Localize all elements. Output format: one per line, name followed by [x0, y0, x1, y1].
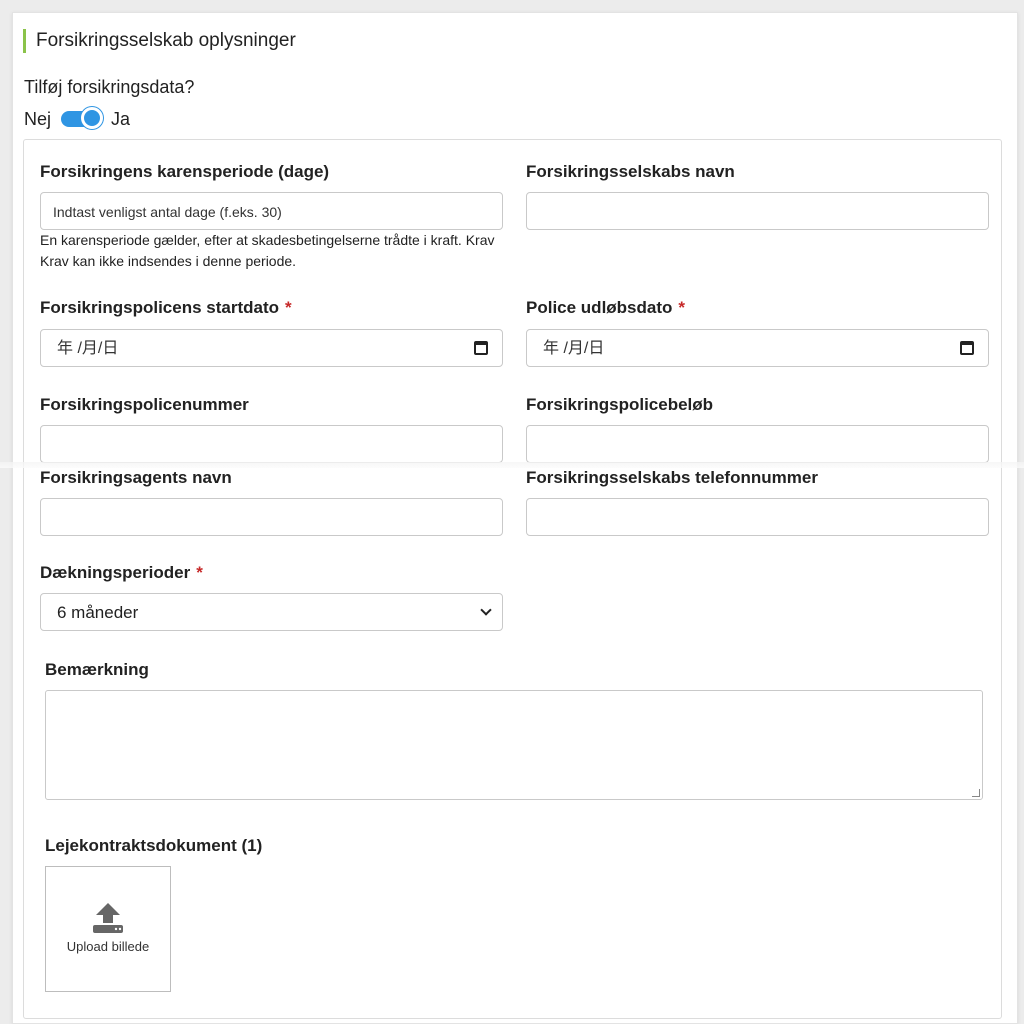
start-date-label: Forsikringspolicens startdato *	[40, 298, 292, 318]
agent-name-input[interactable]	[40, 498, 503, 536]
coverage-required-mark: *	[196, 563, 203, 582]
end-date-input[interactable]: 年 /月/日	[526, 329, 989, 367]
end-date-required-mark: *	[678, 298, 686, 317]
upload-image-button[interactable]: Upload billede	[45, 866, 171, 992]
coverage-label-text: Dækningsperioder	[40, 563, 191, 582]
upload-icon	[93, 903, 123, 933]
company-phone-label: Forsikringsselskabs telefonnummer	[526, 468, 818, 487]
waiting-period-input[interactable]: Indtast venligst antal dage (f.eks. 30)	[40, 192, 503, 230]
resize-handle-icon[interactable]	[972, 789, 980, 797]
start-date-label-text: Forsikringspolicens startdato	[40, 298, 279, 317]
lease-document-label: Lejekontraktsdokument (1)	[45, 836, 263, 855]
coverage-selected-value: 6 måneder	[57, 603, 139, 622]
page-divider	[0, 462, 1024, 468]
coverage-label: Dækningsperioder *	[40, 563, 203, 583]
start-date-value: 年 /月/日	[57, 340, 119, 357]
waiting-period-help-line2: Krav kan ikke indsendes i denne periode.	[40, 253, 297, 269]
toggle-knob	[81, 107, 104, 129]
coverage-select[interactable]: 6 måneder	[40, 593, 503, 631]
waiting-period-help: En karensperiode gælder, efter at skades…	[40, 230, 494, 272]
end-date-value: 年 /月/日	[543, 340, 605, 357]
calendar-icon[interactable]	[474, 341, 488, 355]
waiting-period-help-line1: En karensperiode gælder, efter at skades…	[40, 232, 495, 248]
remark-textarea[interactable]	[45, 690, 983, 800]
add-insurance-question: Tilføj forsikringsdata?	[24, 77, 195, 97]
company-name-input[interactable]	[526, 192, 989, 230]
company-phone-input[interactable]	[526, 498, 989, 536]
end-date-label-text: Police udløbsdato	[526, 298, 673, 317]
waiting-period-label: Forsikringens karensperiode (dage)	[40, 162, 330, 181]
toggle-on-label: Ja	[111, 108, 131, 129]
calendar-icon[interactable]	[960, 341, 974, 355]
toggle-off-label: Nej	[24, 108, 52, 129]
agent-name-label: Forsikringsagents navn	[40, 468, 232, 487]
insurance-toggle-switch[interactable]	[61, 107, 104, 129]
start-date-required-mark: *	[285, 298, 292, 317]
company-name-label: Forsikringsselskabs navn	[526, 162, 735, 181]
remark-label: Bemærkning	[45, 660, 149, 679]
policy-amount-input[interactable]	[526, 425, 989, 463]
section-title: Forsikringsselskab oplysninger	[23, 29, 296, 53]
end-date-label: Police udløbsdato *	[526, 298, 685, 318]
waiting-period-placeholder: Indtast venligst antal dage (f.eks. 30)	[53, 204, 282, 220]
insurance-toggle-row: Nej Ja	[24, 107, 130, 131]
insurance-form-card: Forsikringsselskab oplysninger Tilføj fo…	[12, 12, 1018, 1024]
chevron-down-icon	[480, 604, 492, 616]
upload-image-label: Upload billede	[66, 939, 150, 954]
policy-amount-label: Forsikringspolicebeløb	[526, 395, 714, 414]
insurance-fields-panel: Forsikringens karensperiode (dage) Indta…	[23, 139, 1002, 1019]
start-date-input[interactable]: 年 /月/日	[40, 329, 503, 367]
policy-number-input[interactable]	[40, 425, 503, 463]
policy-number-label: Forsikringspolicenummer	[40, 395, 249, 414]
